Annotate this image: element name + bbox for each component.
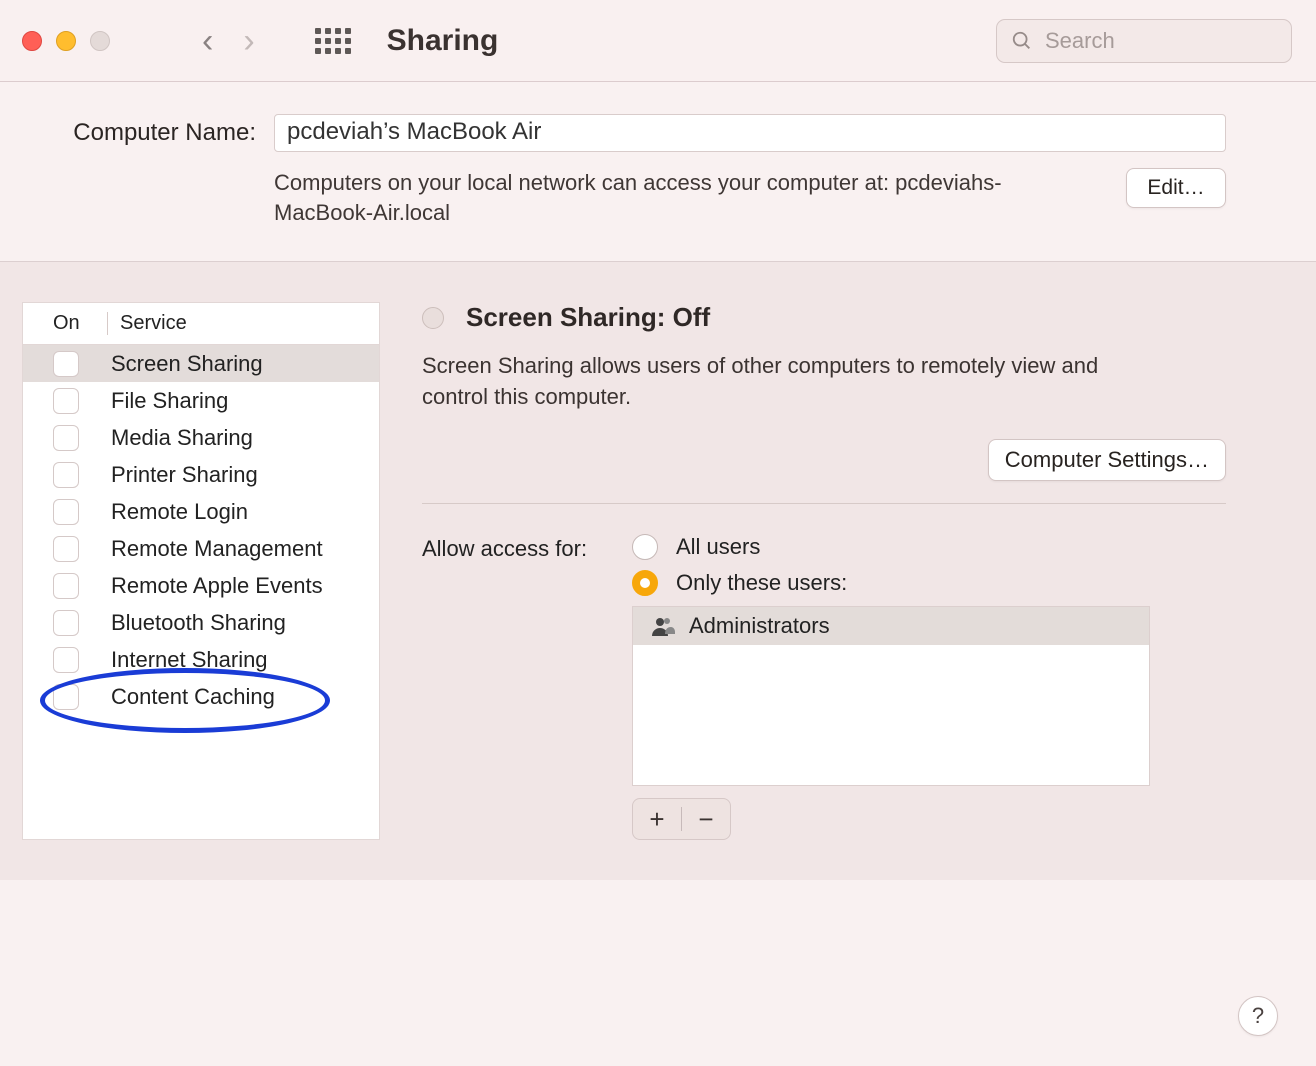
service-checkbox[interactable] [53, 388, 79, 414]
service-label: Internet Sharing [111, 647, 268, 673]
service-row[interactable]: Content Caching [23, 678, 379, 715]
service-checkbox[interactable] [53, 610, 79, 636]
service-row[interactable]: Bluetooth Sharing [23, 604, 379, 641]
service-description: Screen Sharing allows users of other com… [422, 351, 1162, 413]
search-icon [1011, 30, 1033, 52]
back-button[interactable]: ‹ [202, 24, 213, 58]
service-status-title: Screen Sharing: Off [466, 302, 710, 333]
users-list: Administrators [632, 606, 1150, 786]
minimize-window-button[interactable] [56, 31, 76, 51]
service-label: Media Sharing [111, 425, 253, 451]
window-title: Sharing [387, 24, 499, 58]
radio-only-users-label: Only these users: [676, 570, 847, 596]
service-row[interactable]: Remote Login [23, 493, 379, 530]
service-row[interactable]: Media Sharing [23, 419, 379, 456]
service-checkbox[interactable] [53, 462, 79, 488]
edit-hostname-button[interactable]: Edit… [1126, 168, 1226, 208]
search-field[interactable] [996, 19, 1292, 63]
zoom-window-button[interactable] [90, 31, 110, 51]
service-checkbox[interactable] [53, 573, 79, 599]
computer-name-input[interactable] [274, 114, 1226, 152]
service-row[interactable]: Printer Sharing [23, 456, 379, 493]
service-row[interactable]: File Sharing [23, 382, 379, 419]
service-label: Remote Management [111, 536, 323, 562]
service-checkbox[interactable] [53, 351, 79, 377]
service-row[interactable]: Remote Management [23, 530, 379, 567]
radio-only-users[interactable] [632, 570, 658, 596]
service-checkbox[interactable] [53, 647, 79, 673]
nav-buttons: ‹ › [202, 24, 351, 58]
service-label: Printer Sharing [111, 462, 258, 488]
computer-name-description: Computers on your local network can acce… [274, 168, 1098, 227]
computer-name-label: Computer Name: [70, 119, 256, 147]
close-window-button[interactable] [22, 31, 42, 51]
user-row[interactable]: Administrators [633, 607, 1149, 645]
forward-button: › [243, 24, 254, 58]
service-row[interactable]: Remote Apple Events [23, 567, 379, 604]
titlebar: ‹ › Sharing [0, 0, 1316, 82]
service-checkbox[interactable] [53, 684, 79, 710]
window-controls [22, 31, 110, 51]
computer-settings-button[interactable]: Computer Settings… [988, 439, 1226, 481]
radio-all-users-label: All users [676, 534, 760, 560]
allow-access-label: Allow access for: [422, 534, 618, 840]
group-icon [651, 616, 675, 636]
services-table: On Service Screen Sharing File Sharing Med… [22, 302, 380, 840]
service-label: Bluetooth Sharing [111, 610, 286, 636]
divider [422, 503, 1226, 504]
service-label: Remote Apple Events [111, 573, 323, 599]
service-checkbox[interactable] [53, 536, 79, 562]
show-all-prefs-button[interactable] [315, 28, 351, 54]
services-header-on: On [53, 312, 107, 335]
service-label: File Sharing [111, 388, 228, 414]
computer-name-section: Computer Name: Computers on your local n… [0, 82, 1316, 262]
service-label: Remote Login [111, 499, 248, 525]
remove-user-button[interactable]: − [682, 806, 730, 832]
help-button[interactable]: ? [1238, 996, 1278, 1036]
service-label: Screen Sharing [111, 351, 263, 377]
service-checkbox[interactable] [53, 425, 79, 451]
add-user-button[interactable]: + [633, 806, 681, 832]
search-input[interactable] [1043, 27, 1247, 55]
main-content: On Service Screen Sharing File Sharing Med… [0, 262, 1316, 880]
service-label: Content Caching [111, 684, 275, 710]
radio-all-users[interactable] [632, 534, 658, 560]
service-checkbox[interactable] [53, 499, 79, 525]
service-row[interactable]: Screen Sharing [23, 345, 379, 382]
status-indicator-icon [422, 307, 444, 329]
service-row[interactable]: Internet Sharing [23, 641, 379, 678]
service-detail-pane: Screen Sharing: Off Screen Sharing allow… [422, 302, 1226, 840]
services-header-service: Service [107, 312, 187, 335]
user-group-label: Administrators [689, 613, 830, 639]
